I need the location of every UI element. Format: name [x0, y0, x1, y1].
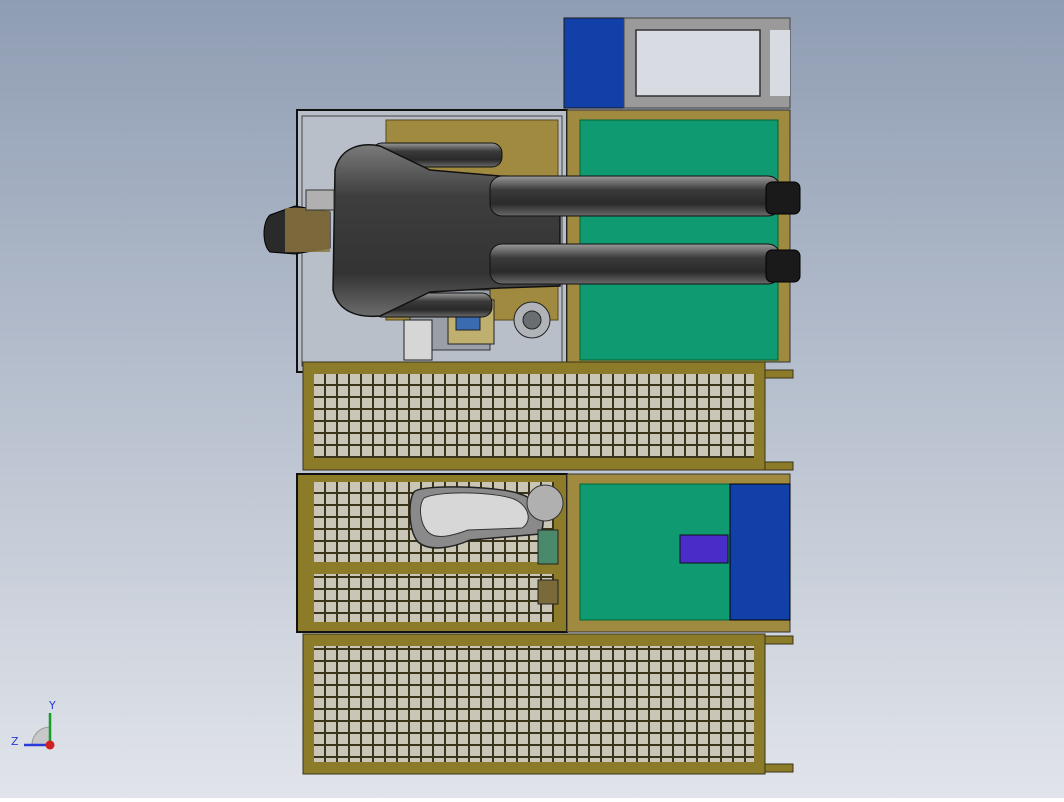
bottom-mesh-fence: [302, 633, 794, 775]
triad-z-label: Z: [11, 735, 19, 748]
triad-x-axis: [45, 740, 55, 750]
lower-enclosure: [296, 473, 568, 633]
cad-viewport[interactable]: Y Z: [0, 0, 1064, 798]
upper-mesh-fence: [302, 361, 794, 471]
upper-green-panel: [566, 109, 791, 363]
cad-scene: [0, 0, 1064, 798]
top-gray-frame: [563, 17, 791, 109]
triad-y-label: Y: [49, 699, 56, 712]
lower-green-panel: [566, 473, 791, 633]
